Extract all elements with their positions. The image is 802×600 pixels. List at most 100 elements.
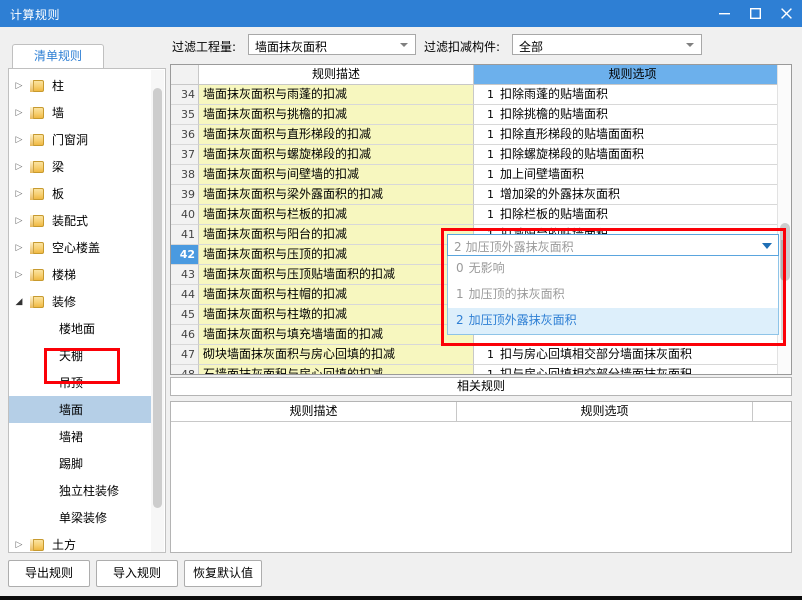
chevron-down-icon[interactable]	[762, 243, 772, 249]
cell-rule-description[interactable]: 墙面抹灰面积与梁外露面积的扣减	[199, 185, 474, 205]
cell-rule-description[interactable]: 砌块墙面抹灰面积与房心回填的扣减	[199, 345, 474, 365]
table-row[interactable]: 36 墙面抹灰面积与直形梯段的扣减 1 扣除直形梯段的贴墙面面积	[171, 125, 791, 145]
filter-component-select[interactable]: 全部	[512, 34, 702, 55]
minimize-icon[interactable]	[709, 0, 740, 27]
cell-rule-option[interactable]: 1 扣与房心回填相交部分墙面抹灰面积	[474, 345, 791, 365]
table-row[interactable]: 48 石墙面抹灰面积与房心回填的扣减 1 扣与房心回填相交部分墙面抹灰面积	[171, 365, 791, 374]
cell-rule-description[interactable]: 墙面抹灰面积与挑檐的扣减	[199, 105, 474, 125]
chevron-right-icon[interactable]: ▷	[9, 189, 29, 199]
cell-rule-description[interactable]: 墙面抹灰面积与压顶贴墙面积的扣减	[199, 265, 474, 285]
dropdown-option-label: 加压顶外露抹灰面积	[468, 313, 577, 327]
cell-rule-description[interactable]: 墙面抹灰面积与螺旋梯段的扣减	[199, 145, 474, 165]
table-row[interactable]: 40 墙面抹灰面积与栏板的扣减 1 扣除栏板的贴墙面积	[171, 205, 791, 225]
row-number[interactable]: 34	[171, 85, 199, 105]
chevron-right-icon[interactable]: ▷	[9, 81, 29, 91]
tree-item-11[interactable]: 吊顶	[9, 369, 153, 396]
cell-rule-description[interactable]: 墙面抹灰面积与填充墙墙面的扣减	[199, 325, 474, 345]
tree-item-3[interactable]: ▷ 梁	[9, 153, 153, 180]
cell-rule-description[interactable]: 墙面抹灰面积与柱帽的扣减	[199, 285, 474, 305]
rule-option-editor[interactable]: 2 加压顶外露抹灰面积	[447, 234, 779, 256]
close-icon[interactable]	[771, 0, 802, 27]
cell-rule-description[interactable]: 墙面抹灰面积与压顶的扣减	[199, 245, 474, 265]
tree-item-10[interactable]: 天棚	[9, 342, 153, 369]
header-row-number	[171, 65, 199, 85]
row-number[interactable]: 40	[171, 205, 199, 225]
filter-quantity-select[interactable]: 墙面抹灰面积	[248, 34, 416, 55]
tree-item-7[interactable]: ▷ 楼梯	[9, 261, 153, 288]
cell-rule-option[interactable]: 1 扣除直形梯段的贴墙面面积	[474, 125, 791, 145]
dropdown-option-1[interactable]: 1 加压顶的抹灰面积	[448, 282, 778, 308]
tree-item-6[interactable]: ▷ 空心楼盖	[9, 234, 153, 261]
table-row[interactable]: 39 墙面抹灰面积与梁外露面积的扣减 1 增加梁的外露抹灰面积	[171, 185, 791, 205]
tab-list-rules[interactable]: 清单规则	[12, 44, 104, 69]
dropdown-option-0[interactable]: 0 无影响	[448, 256, 778, 282]
table-row[interactable]: 34 墙面抹灰面积与雨蓬的扣减 1 扣除雨蓬的贴墙面积	[171, 85, 791, 105]
calculation-rules-dialog: 计算规则 过滤工程量: 墙面抹灰面积 过滤扣减构件: 全部 清单规则 ▷ 柱 ▷…	[0, 0, 802, 600]
tree-item-1[interactable]: ▷ 墙	[9, 99, 153, 126]
chevron-right-icon[interactable]: ▷	[9, 243, 29, 253]
cell-rule-description[interactable]: 墙面抹灰面积与柱墩的扣减	[199, 305, 474, 325]
row-number[interactable]: 43	[171, 265, 199, 285]
row-number[interactable]: 35	[171, 105, 199, 125]
tree-item-12[interactable]: 墙面	[9, 396, 153, 423]
cell-rule-description[interactable]: 墙面抹灰面积与雨蓬的扣减	[199, 85, 474, 105]
cell-rule-option[interactable]: 1 扣与房心回填相交部分墙面抹灰面积	[474, 365, 791, 374]
tree-item-14[interactable]: 踢脚	[9, 450, 153, 477]
tree-item-4[interactable]: ▷ 板	[9, 180, 153, 207]
chevron-right-icon[interactable]: ▷	[9, 162, 29, 172]
table-row[interactable]: 35 墙面抹灰面积与挑檐的扣减 1 扣除挑檐的贴墙面积	[171, 105, 791, 125]
row-number[interactable]: 38	[171, 165, 199, 185]
cell-rule-option[interactable]: 1 扣除雨蓬的贴墙面积	[474, 85, 791, 105]
dropdown-option-label: 无影响	[468, 261, 505, 275]
row-number[interactable]: 37	[171, 145, 199, 165]
cell-rule-description[interactable]: 墙面抹灰面积与阳台的扣减	[199, 225, 474, 245]
cell-rule-description[interactable]: 石墙面抹灰面积与房心回填的扣减	[199, 365, 474, 374]
tree-item-0[interactable]: ▷ 柱	[9, 72, 153, 99]
tree-item-label: 墙	[52, 106, 65, 120]
row-number[interactable]: 45	[171, 305, 199, 325]
tree-item-16[interactable]: 单梁装修	[9, 504, 153, 531]
maximize-icon[interactable]	[740, 0, 771, 27]
tree-item-2[interactable]: ▷ 门窗洞	[9, 126, 153, 153]
chevron-right-icon[interactable]: ▷	[9, 270, 29, 280]
tree-scrollbar-thumb[interactable]	[153, 88, 162, 508]
tree-item-5[interactable]: ▷ 装配式	[9, 207, 153, 234]
cell-rule-option[interactable]: 1 扣除挑檐的贴墙面积	[474, 105, 791, 125]
import-rules-button[interactable]: 导入规则	[96, 560, 178, 587]
chevron-right-icon[interactable]: ▷	[9, 540, 29, 550]
rule-option-editor-number: 2	[454, 240, 462, 254]
tree-scrollbar[interactable]	[151, 70, 164, 552]
row-number[interactable]: 48	[171, 365, 199, 374]
row-number[interactable]: 39	[171, 185, 199, 205]
cell-rule-option[interactable]: 1 增加梁的外露抹灰面积	[474, 185, 791, 205]
chevron-right-icon[interactable]: ▷	[9, 135, 29, 145]
table-row[interactable]: 38 墙面抹灰面积与间壁墙的扣减 1 加上间壁墙面积	[171, 165, 791, 185]
cell-rule-option[interactable]: 1 扣除栏板的贴墙面积	[474, 205, 791, 225]
restore-defaults-button[interactable]: 恢复默认值	[184, 560, 262, 587]
cell-rule-option[interactable]: 1 扣除螺旋梯段的贴墙面面积	[474, 145, 791, 165]
cell-rule-description[interactable]: 墙面抹灰面积与栏板的扣减	[199, 205, 474, 225]
chevron-right-icon[interactable]: ▷	[9, 108, 29, 118]
tree-item-9[interactable]: 楼地面	[9, 315, 153, 342]
cell-rule-option[interactable]: 1 加上间壁墙面积	[474, 165, 791, 185]
row-number[interactable]: 42	[171, 245, 199, 265]
row-number[interactable]: 44	[171, 285, 199, 305]
tree-item-17[interactable]: ▷ 土方	[9, 531, 153, 552]
table-row[interactable]: 37 墙面抹灰面积与螺旋梯段的扣减 1 扣除螺旋梯段的贴墙面面积	[171, 145, 791, 165]
chevron-down-icon[interactable]: ◢	[9, 297, 29, 307]
cell-rule-description[interactable]: 墙面抹灰面积与间壁墙的扣减	[199, 165, 474, 185]
tree-item-15[interactable]: 独立柱装修	[9, 477, 153, 504]
row-number[interactable]: 36	[171, 125, 199, 145]
export-rules-button[interactable]: 导出规则	[8, 560, 90, 587]
chevron-down-icon	[400, 43, 408, 47]
table-row[interactable]: 47 砌块墙面抹灰面积与房心回填的扣减 1 扣与房心回填相交部分墙面抹灰面积	[171, 345, 791, 365]
row-number[interactable]: 47	[171, 345, 199, 365]
tree-item-13[interactable]: 墙裙	[9, 423, 153, 450]
tree-item-label: 吊顶	[59, 376, 84, 390]
row-number[interactable]: 41	[171, 225, 199, 245]
row-number[interactable]: 46	[171, 325, 199, 345]
cell-rule-description[interactable]: 墙面抹灰面积与直形梯段的扣减	[199, 125, 474, 145]
tree-item-8[interactable]: ◢ 装修	[9, 288, 153, 315]
dropdown-option-2[interactable]: 2 加压顶外露抹灰面积	[448, 308, 778, 334]
chevron-right-icon[interactable]: ▷	[9, 216, 29, 226]
